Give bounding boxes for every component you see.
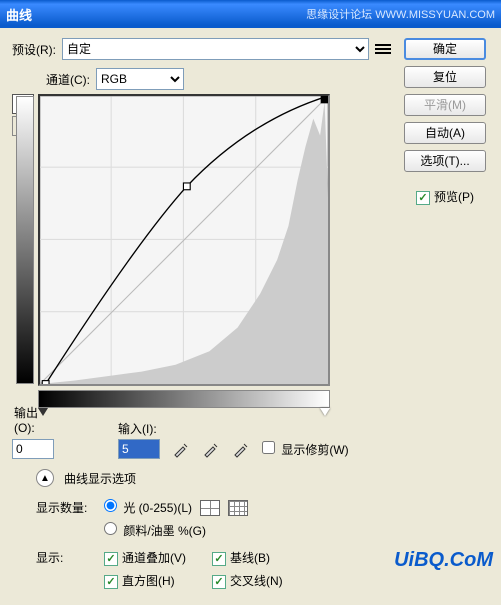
options-button[interactable]: 选项(T)... xyxy=(404,150,486,172)
titlebar: 曲线 思缘设计论坛 WWW.MISSYUAN.COM xyxy=(0,0,501,28)
amount-label: 显示数量: xyxy=(36,499,96,516)
horizontal-gradient xyxy=(38,390,330,408)
preset-menu-icon[interactable] xyxy=(375,41,391,57)
curves-graph[interactable] xyxy=(38,94,330,386)
preview-checkbox[interactable]: 预览(P) xyxy=(416,188,474,205)
channel-label: 通道(C): xyxy=(46,71,90,88)
gray-eyedropper-icon[interactable] xyxy=(202,440,220,458)
input-label: 输入(I): xyxy=(118,422,157,436)
window-title: 曲线 xyxy=(6,5,32,24)
input-input[interactable] xyxy=(118,439,160,459)
show-label: 显示: xyxy=(36,549,96,566)
channel-select[interactable]: RGB xyxy=(96,68,184,90)
white-point-handle[interactable] xyxy=(320,408,330,416)
cancel-button[interactable]: 复位 xyxy=(404,66,486,88)
ok-button[interactable]: 确定 xyxy=(404,38,486,60)
brand-watermark: UiBQ.CoM xyxy=(394,549,493,572)
white-eyedropper-icon[interactable] xyxy=(232,440,250,458)
overlay-checkbox[interactable]: 通道叠加(V) xyxy=(104,549,204,566)
light-radio[interactable]: 光 (0-255)(L) xyxy=(104,499,192,516)
collapse-icon[interactable]: ▲ xyxy=(36,469,54,487)
intersection-checkbox[interactable]: 交叉线(N) xyxy=(212,572,283,589)
show-clipping-checkbox[interactable]: 显示修剪(W) xyxy=(262,441,349,458)
preset-label: 预设(R): xyxy=(12,41,56,58)
baseline-checkbox[interactable]: 基线(B) xyxy=(212,549,270,566)
grid-small-icon[interactable] xyxy=(200,500,220,516)
curve-display-options-label: 曲线显示选项 xyxy=(64,470,136,487)
grid-large-icon[interactable] xyxy=(228,500,248,516)
vertical-gradient xyxy=(16,96,34,384)
black-point-handle[interactable] xyxy=(38,408,48,416)
output-label: 输出(O): xyxy=(14,404,38,435)
preset-select[interactable]: 自定 xyxy=(62,38,369,60)
black-eyedropper-icon[interactable] xyxy=(172,440,190,458)
title-credit: 思缘设计论坛 WWW.MISSYUAN.COM xyxy=(306,6,495,22)
pigment-radio[interactable]: 颜料/油墨 %(G) xyxy=(104,522,206,539)
histogram-checkbox[interactable]: 直方图(H) xyxy=(104,572,204,589)
auto-button[interactable]: 自动(A) xyxy=(404,122,486,144)
smooth-button: 平滑(M) xyxy=(404,94,486,116)
